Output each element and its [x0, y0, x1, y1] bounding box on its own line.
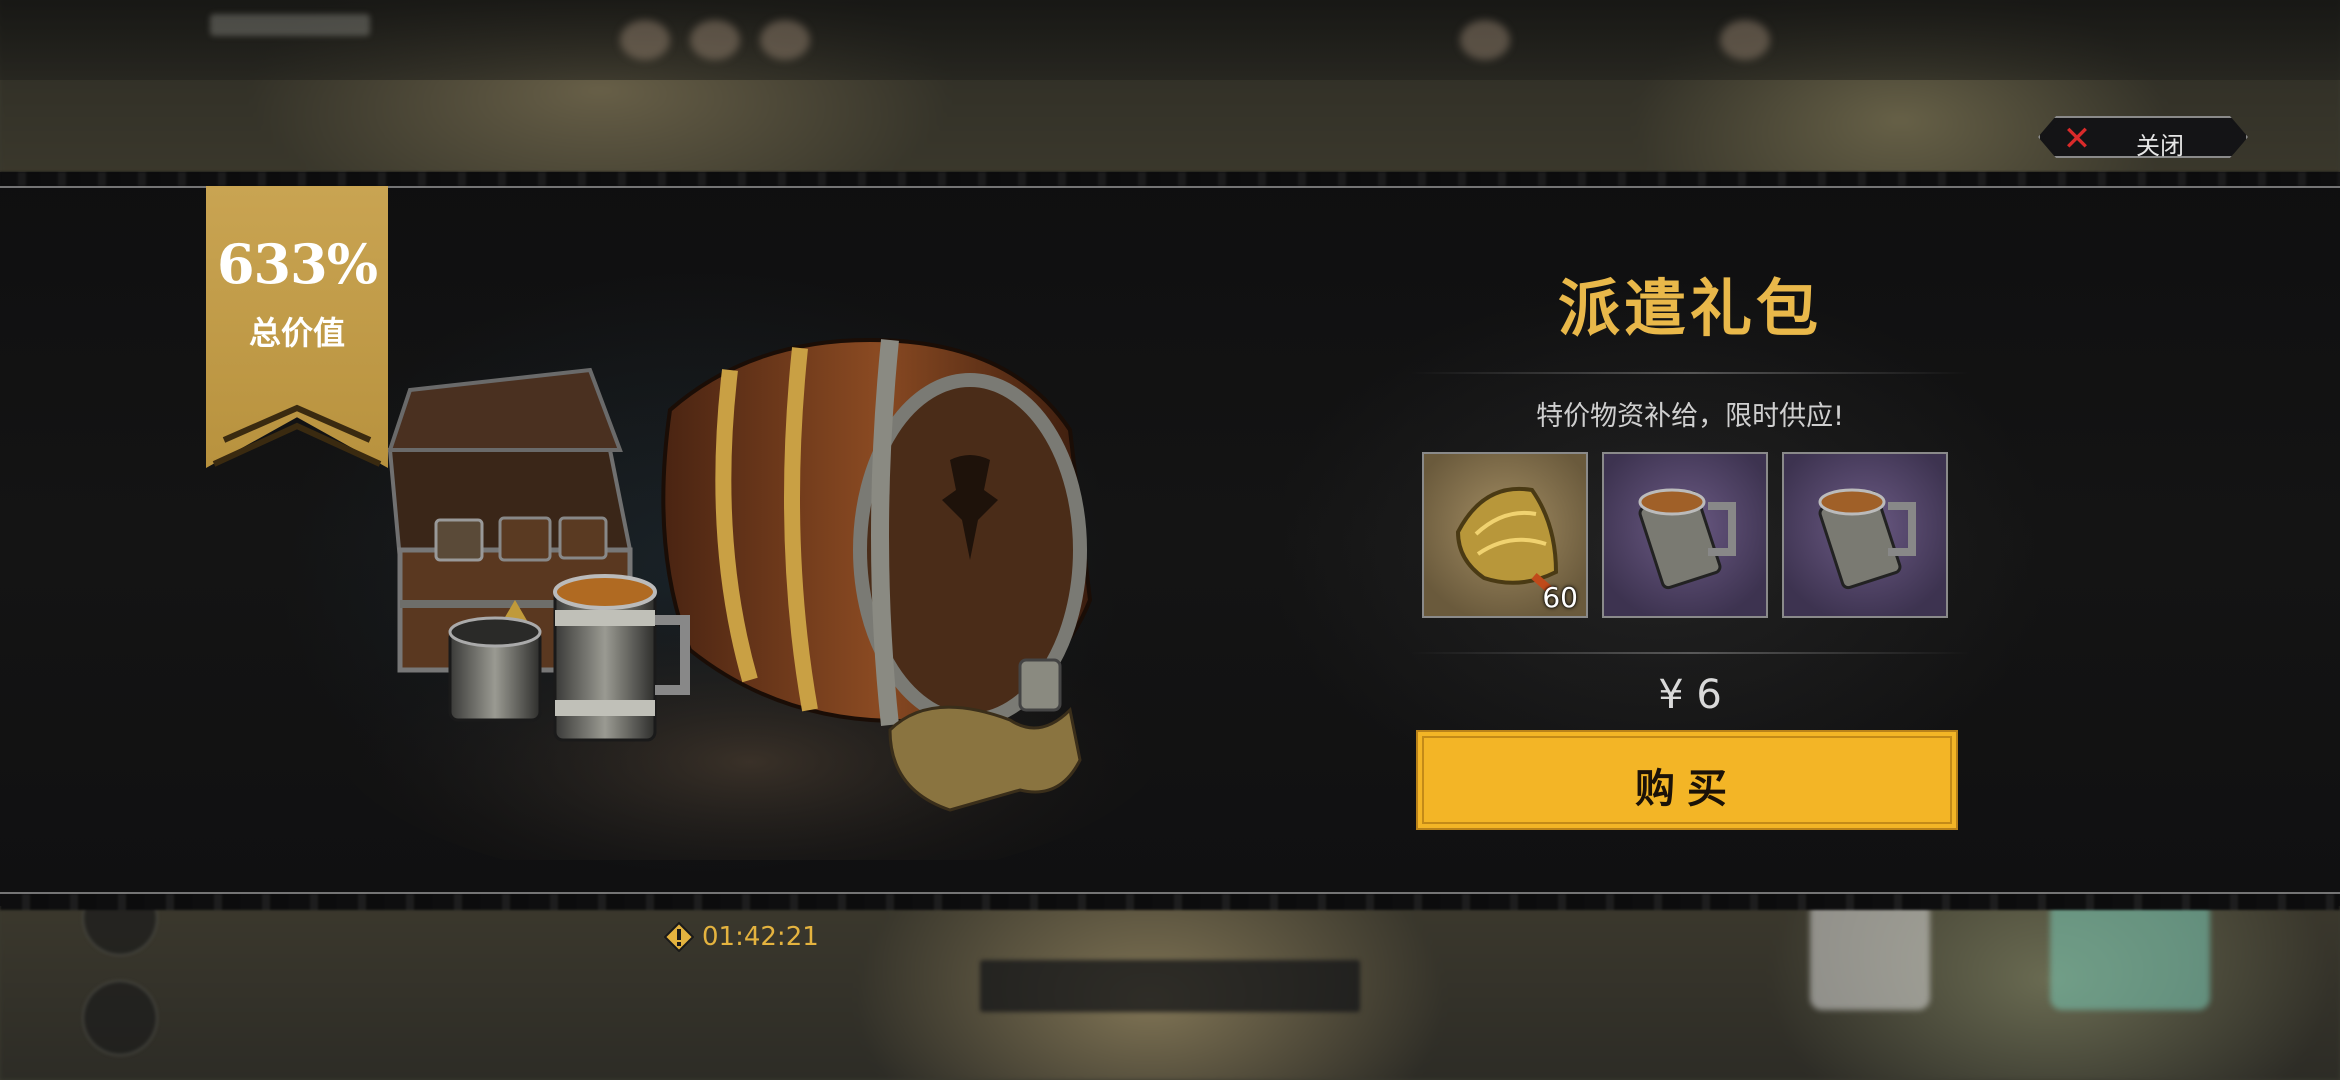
warning-diamond-icon [664, 922, 694, 952]
ribbon-chevron-icon [212, 404, 382, 467]
close-button[interactable]: ✕ 关闭 [2038, 116, 2248, 158]
buy-button[interactable]: 购买 [1416, 730, 1958, 830]
hud-bottom-bar-blurred [980, 960, 1360, 1012]
reward-item-slot[interactable] [1782, 452, 1948, 618]
countdown-timer: 01:42:21 [702, 922, 819, 952]
value-percent: 633% [216, 232, 378, 296]
close-button-label: 关闭 [2136, 132, 2184, 160]
value-label: 总价值 [248, 314, 345, 352]
price-label: ¥ 6 [1658, 672, 1722, 718]
top-hud-blurred [0, 0, 2340, 80]
item-quantity: 60 [1542, 581, 1578, 614]
divider [1410, 652, 1970, 654]
offer-subtitle: 特价物资补给，限时供应! [1536, 401, 1844, 432]
hud-side-button-blurred [82, 980, 158, 1056]
divider [1410, 372, 1970, 374]
buy-button-label: 购买 [1635, 765, 1739, 812]
close-icon: ✕ [2062, 119, 2092, 159]
reward-item-slot[interactable] [1602, 452, 1768, 618]
tankard-icon [1638, 488, 1736, 590]
offer-title: 派遣礼包 [1557, 272, 1822, 345]
tankard-icon [1818, 488, 1916, 590]
barrel-and-chest-illustration [330, 337, 1170, 860]
map-marker-blurred [2050, 900, 2210, 1010]
map-marker-blurred [1810, 900, 1930, 1010]
reward-item-slot[interactable]: 60 [1422, 452, 1588, 618]
